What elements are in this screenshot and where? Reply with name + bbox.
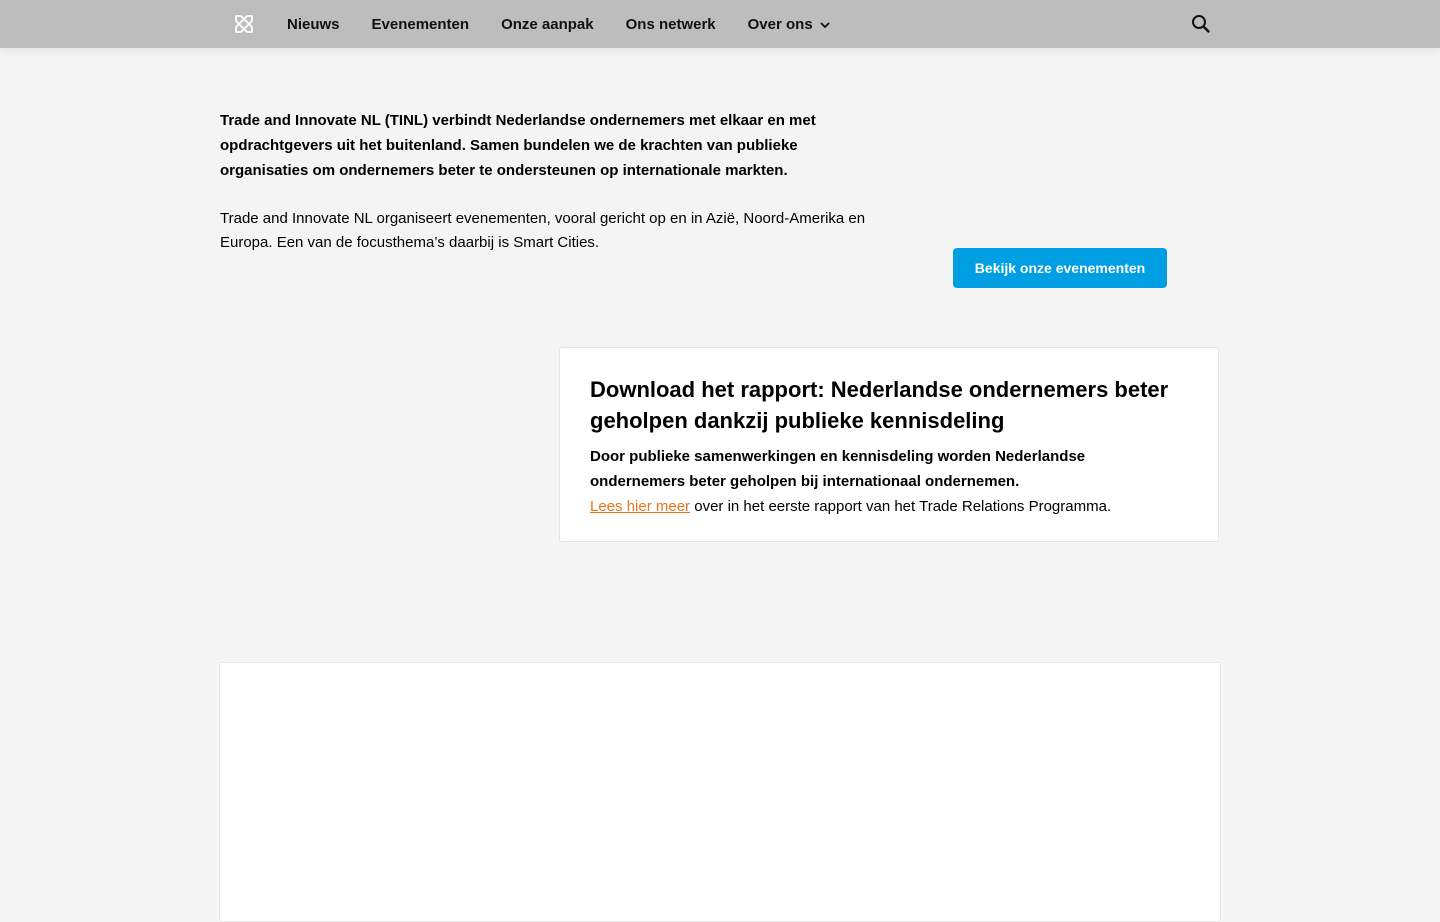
nav-item-label: Nieuws xyxy=(287,15,340,33)
nav-item-over-ons[interactable]: Over ons xyxy=(748,16,831,33)
intro-lead-text: Trade and Innovate NL (TINL) verbindt Ne… xyxy=(220,112,816,179)
top-navigation-bar: Nieuws Evenementen Onze aanpak Ons netwe… xyxy=(0,0,1440,48)
report-title: Download het rapport: Nederlandse ondern… xyxy=(590,377,1169,433)
chevron-down-icon xyxy=(819,18,831,30)
nav-item-evenementen[interactable]: Evenementen xyxy=(372,16,470,33)
nav-item-label: Over ons xyxy=(747,15,813,33)
crossed-arrows-logo-icon[interactable] xyxy=(232,12,256,36)
nav-item-ons-netwerk[interactable]: Ons netwerk xyxy=(626,16,716,33)
search-icon[interactable] xyxy=(1190,13,1212,35)
nav-item-label: Evenementen xyxy=(371,15,470,33)
report-card: Download het rapport: Nederlandse ondern… xyxy=(559,347,1219,542)
nav-item-label: Onze aanpak xyxy=(501,15,594,33)
nav-item-label: Ons netwerk xyxy=(625,15,716,33)
view-events-button[interactable]: Bekijk onze evenementen xyxy=(953,248,1167,288)
nav-item-nieuws[interactable]: Nieuws xyxy=(287,16,340,33)
report-more-text: Lees hier meer over in het eerste rappor… xyxy=(590,494,1188,519)
main-nav: Nieuws Evenementen Onze aanpak Ons netwe… xyxy=(287,0,863,48)
read-more-link[interactable]: Lees hier meer xyxy=(590,498,690,515)
intro-body-text: Trade and Innovate NL organiseert evenem… xyxy=(220,210,866,251)
read-more-suffix: over in het eerste rapport van het Trade… xyxy=(690,498,1112,515)
nav-item-onze-aanpak[interactable]: Onze aanpak xyxy=(501,16,594,33)
content-panel xyxy=(219,662,1221,922)
report-lead-text: Door publieke samenwerkingen en kennisde… xyxy=(590,448,1086,490)
